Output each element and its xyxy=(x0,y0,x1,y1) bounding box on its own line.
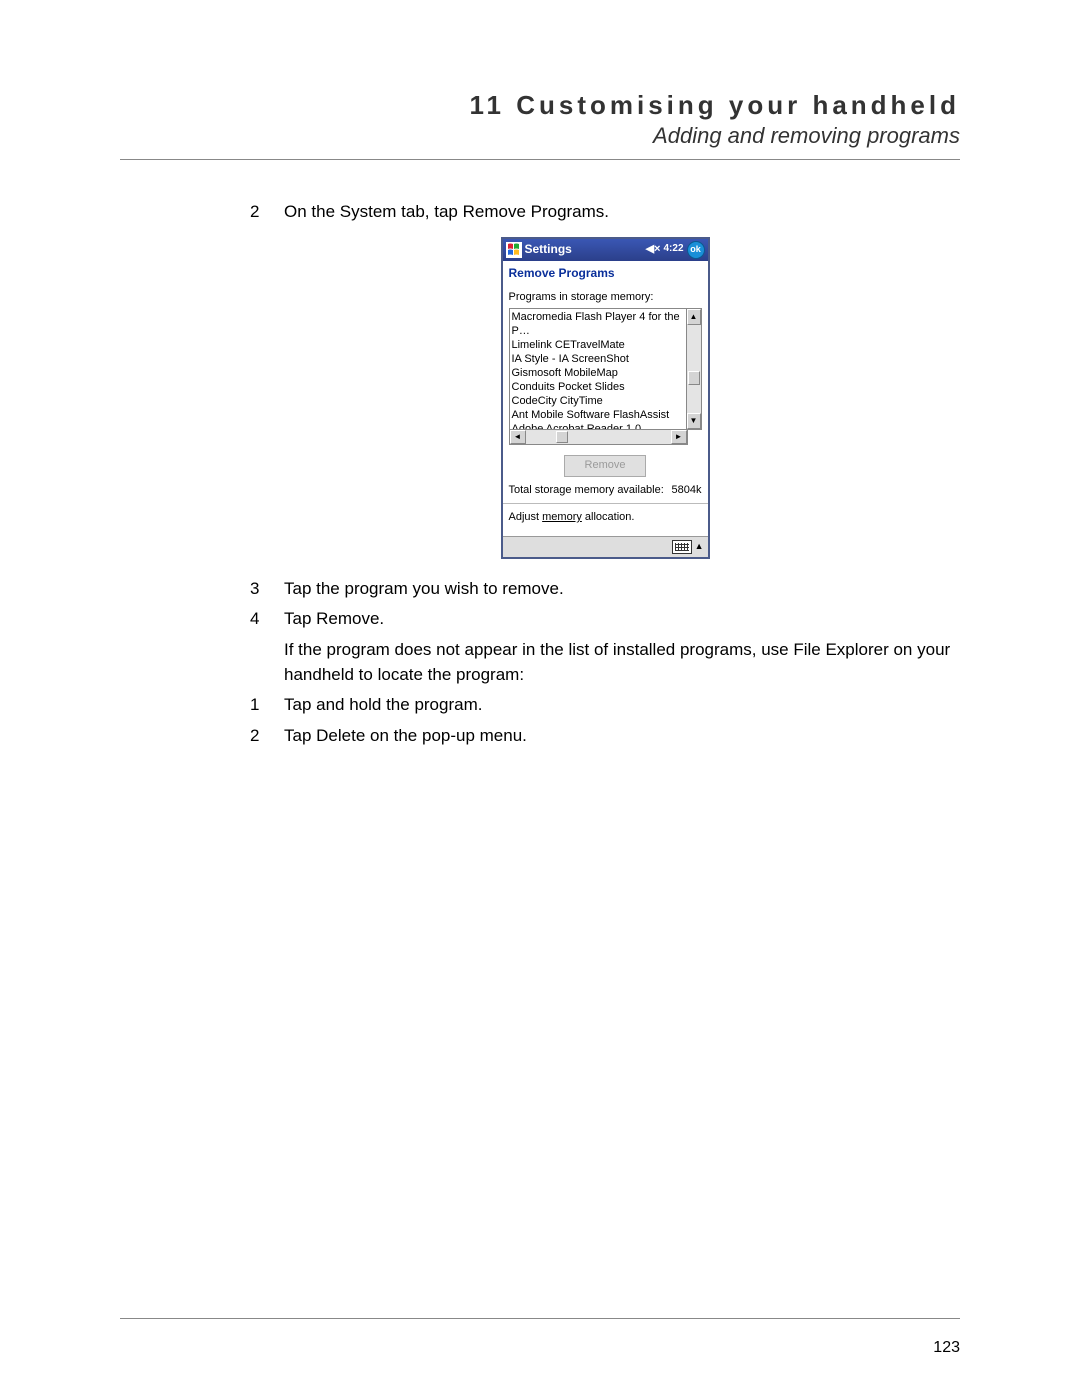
scroll-thumb[interactable] xyxy=(688,371,700,385)
list-label: Programs in storage memory: xyxy=(509,290,702,306)
body-content: 2 On the System tab, tap Remove Programs… xyxy=(250,200,960,749)
list-item[interactable]: CodeCity CityTime xyxy=(512,394,684,408)
section-subtitle: Adding and removing programs xyxy=(120,123,960,149)
step-row: 2 On the System tab, tap Remove Programs… xyxy=(250,200,960,225)
chapter-title: 11 Customising your handheld xyxy=(120,90,960,121)
step-number: 2 xyxy=(250,200,284,225)
step-text: Tap Remove. xyxy=(284,607,960,632)
hscroll-thumb[interactable] xyxy=(556,431,568,443)
titlebar-left: Settings xyxy=(506,241,646,258)
note-text: If the program does not appear in the li… xyxy=(284,638,960,687)
scroll-left-icon[interactable]: ◄ xyxy=(510,430,526,444)
keyboard-icon[interactable] xyxy=(672,540,692,554)
adjust-memory-line: Adjust memory allocation. xyxy=(509,508,702,530)
step-text: Tap and hold the program. xyxy=(284,693,960,718)
pocketpc-screenshot: Settings ◀× 4:22 ok Remove Programs Prog… xyxy=(501,237,710,559)
adjust-prefix: Adjust xyxy=(509,511,543,523)
step-row: 3 Tap the program you wish to remove. xyxy=(250,577,960,602)
page-number: 123 xyxy=(933,1339,960,1357)
step-row: 2 Tap Delete on the pop-up menu. xyxy=(250,724,960,749)
screen-title: Remove Programs xyxy=(503,261,708,284)
step-number: 4 xyxy=(250,607,284,632)
titlebar-time: 4:22 xyxy=(663,242,683,257)
titlebar-title: Settings xyxy=(525,241,572,258)
step-text: On the System tab, tap Remove Programs. xyxy=(284,200,960,225)
footer-rule xyxy=(120,1318,960,1319)
program-list-wrap: Macromedia Flash Player 4 for the P… Lim… xyxy=(509,308,702,430)
list-item[interactable]: Ant Mobile Software FlashAssist xyxy=(512,408,684,422)
device-bottombar: ▲ xyxy=(503,536,708,557)
memory-link[interactable]: memory xyxy=(542,511,582,523)
list-item[interactable]: IA Style - IA ScreenShot xyxy=(512,352,684,366)
step-row: 1 Tap and hold the program. xyxy=(250,693,960,718)
memory-value: 5804k xyxy=(672,483,702,499)
step-number: 1 xyxy=(250,693,284,718)
program-listbox[interactable]: Macromedia Flash Player 4 for the P… Lim… xyxy=(509,308,687,430)
device-titlebar: Settings ◀× 4:22 ok xyxy=(503,239,708,261)
manual-page: 11 Customising your handheld Adding and … xyxy=(0,0,1080,1397)
memory-label: Total storage memory available: xyxy=(509,483,664,499)
memory-row: Total storage memory available: 5804k xyxy=(509,483,702,499)
device-panel: Programs in storage memory: Macromedia F… xyxy=(503,284,708,536)
scroll-right-icon[interactable]: ► xyxy=(671,430,687,444)
step-number: 3 xyxy=(250,577,284,602)
list-item[interactable]: Gismosoft MobileMap xyxy=(512,366,684,380)
step-text: Tap the program you wish to remove. xyxy=(284,577,960,602)
titlebar-right: ◀× 4:22 ok xyxy=(646,241,705,259)
list-item[interactable]: Adobe Acrobat Reader 1.0 xyxy=(512,422,684,430)
windows-start-icon[interactable] xyxy=(506,242,522,258)
vertical-scrollbar[interactable]: ▲ ▼ xyxy=(687,308,702,430)
hscroll-track[interactable] xyxy=(526,430,671,444)
sip-up-icon[interactable]: ▲ xyxy=(695,540,704,553)
list-item[interactable]: Conduits Pocket Slides xyxy=(512,380,684,394)
step-text: Tap Delete on the pop-up menu. xyxy=(284,724,960,749)
list-item[interactable]: Limelink CETravelMate xyxy=(512,338,684,352)
separator xyxy=(503,503,708,504)
scroll-down-icon[interactable]: ▼ xyxy=(687,413,701,429)
step-row: 4 Tap Remove. xyxy=(250,607,960,632)
remove-button[interactable]: Remove xyxy=(564,455,646,477)
speaker-icon[interactable]: ◀× xyxy=(646,242,661,258)
scroll-up-icon[interactable]: ▲ xyxy=(687,309,701,325)
step-number: 2 xyxy=(250,724,284,749)
ok-button[interactable]: ok xyxy=(687,241,705,259)
horizontal-scrollbar[interactable]: ◄ ► xyxy=(509,430,688,445)
header-rule xyxy=(120,159,960,160)
scroll-track[interactable] xyxy=(687,325,701,413)
adjust-suffix: allocation. xyxy=(582,511,635,523)
list-item[interactable]: Macromedia Flash Player 4 for the P… xyxy=(512,310,684,338)
page-header: 11 Customising your handheld Adding and … xyxy=(120,90,960,149)
